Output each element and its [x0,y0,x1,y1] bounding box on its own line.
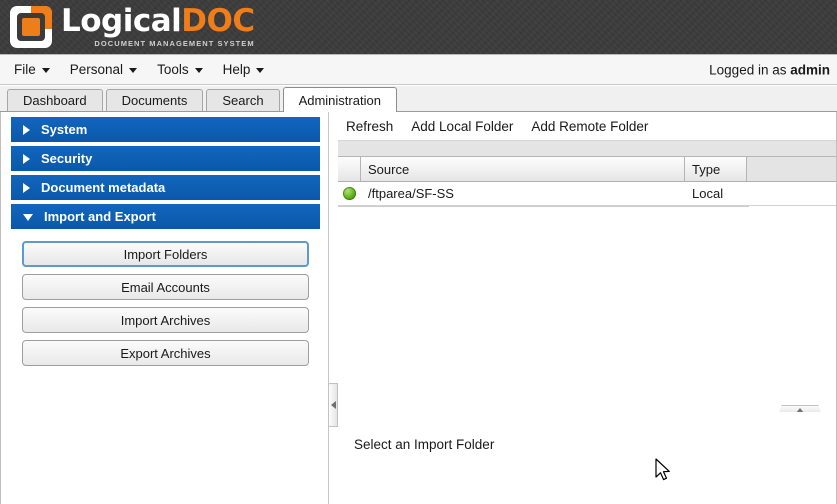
logicaldoc-logo-icon [10,6,52,48]
sidebar-item-import-and-export-label: Import and Export [44,209,156,224]
administration-sidebar: System Security Document metadata Import… [3,112,329,504]
chevron-down-icon [23,214,33,221]
sidebar-section-document-metadata: Document metadata [11,175,320,200]
email-accounts-button[interactable]: Email Accounts [22,274,309,300]
menu-item-help[interactable]: Help [213,60,275,79]
login-status-user: admin [790,62,830,77]
tab-dashboard[interactable]: Dashboard [7,89,103,111]
login-status-prefix: Logged in as [709,62,791,77]
tab-administration[interactable]: Administration [282,87,397,112]
column-header-source[interactable]: Source [361,157,685,181]
chevron-right-icon [23,182,30,193]
collapse-left-icon [330,401,336,409]
login-status: Logged in as admin [709,62,830,77]
chevron-down-icon [256,68,265,73]
table-row[interactable]: /ftparea/SF-SS Local [338,182,836,206]
import-folders-grid-header: Source Type [338,157,836,182]
import-folders-toolbar: Refresh Add Local Folder Add Remote Fold… [338,112,836,141]
sidebar-item-document-metadata-label: Document metadata [41,180,166,195]
tab-search[interactable]: Search [206,89,280,111]
add-local-folder-button[interactable]: Add Local Folder [411,119,513,134]
sidebar-item-security-label: Security [41,151,93,166]
logicaldoc-application-window: LogicalDOC DOCUMENT MANAGEMENT SYSTEM Fi… [0,0,837,504]
logo-title: LogicalDOC [61,6,255,37]
refresh-button[interactable]: Refresh [346,119,393,134]
sidebar-item-system-label: System [41,122,88,137]
import-folder-detail-panel: Select an Import Folder [338,412,836,504]
sidebar-item-security[interactable]: Security [11,146,320,171]
grid-top-spacer [338,141,836,157]
chevron-down-icon [194,68,203,73]
sidebar-item-import-and-export[interactable]: Import and Export [11,204,320,229]
chevron-down-icon [41,68,50,73]
sidebar-section-system: System [11,117,320,142]
menu-item-tools-label: Tools [157,62,189,77]
menu-bar: File Personal Tools Help Logged in as ad… [0,55,837,85]
add-remote-folder-button[interactable]: Add Remote Folder [531,119,648,134]
sidebar-item-system[interactable]: System [11,117,320,142]
export-archives-button[interactable]: Export Archives [22,340,309,366]
column-header-type[interactable]: Type [685,157,747,181]
column-header-status[interactable] [338,157,361,181]
row-status-cell [338,187,361,200]
logo-subtitle: DOCUMENT MANAGEMENT SYSTEM [94,39,255,49]
detail-placeholder-message: Select an Import Folder [354,437,495,452]
import-archives-button[interactable]: Import Archives [22,307,309,333]
row-source-cell: /ftparea/SF-SS [368,186,454,201]
status-enabled-green-icon [343,187,356,200]
import-export-button-list: Import Folders Email Accounts Import Arc… [11,241,320,366]
sidebar-collapse-handle[interactable] [328,383,338,427]
grid-bottom-edge [338,206,749,207]
logo-title-part1: Logical [61,3,182,40]
logo-text-block: LogicalDOC DOCUMENT MANAGEMENT SYSTEM [61,6,255,48]
sidebar-section-import-and-export: Import and Export [11,204,320,229]
column-header-filler [747,157,836,181]
tab-administration-label: Administration [298,92,381,108]
row-type-cell: Local [692,186,724,201]
tab-search-label: Search [222,93,264,108]
main-tab-strip: Dashboard Documents Search Administratio… [0,86,837,112]
sidebar-section-security: Security [11,146,320,171]
chevron-right-icon [23,153,30,164]
menu-item-tools[interactable]: Tools [147,60,213,79]
import-folders-button[interactable]: Import Folders [22,241,309,267]
chevron-right-icon [23,124,30,135]
sidebar-item-document-metadata[interactable]: Document metadata [11,175,320,200]
menu-item-help-label: Help [222,62,251,77]
brand-header: LogicalDOC DOCUMENT MANAGEMENT SYSTEM [0,0,837,55]
tab-documents[interactable]: Documents [105,89,204,111]
menu-item-file[interactable]: File [4,60,60,79]
tab-dashboard-label: Dashboard [23,93,87,108]
logo-title-part2: DOC [181,3,255,40]
menu-item-personal[interactable]: Personal [60,60,147,79]
tab-documents-label: Documents [121,93,188,108]
menu-item-file-label: File [14,62,36,77]
body-split-container: System Security Document metadata Import… [0,112,837,504]
app-logo[interactable]: LogicalDOC DOCUMENT MANAGEMENT SYSTEM [10,6,255,48]
chevron-down-icon [129,68,138,73]
menu-item-personal-label: Personal [69,62,124,77]
